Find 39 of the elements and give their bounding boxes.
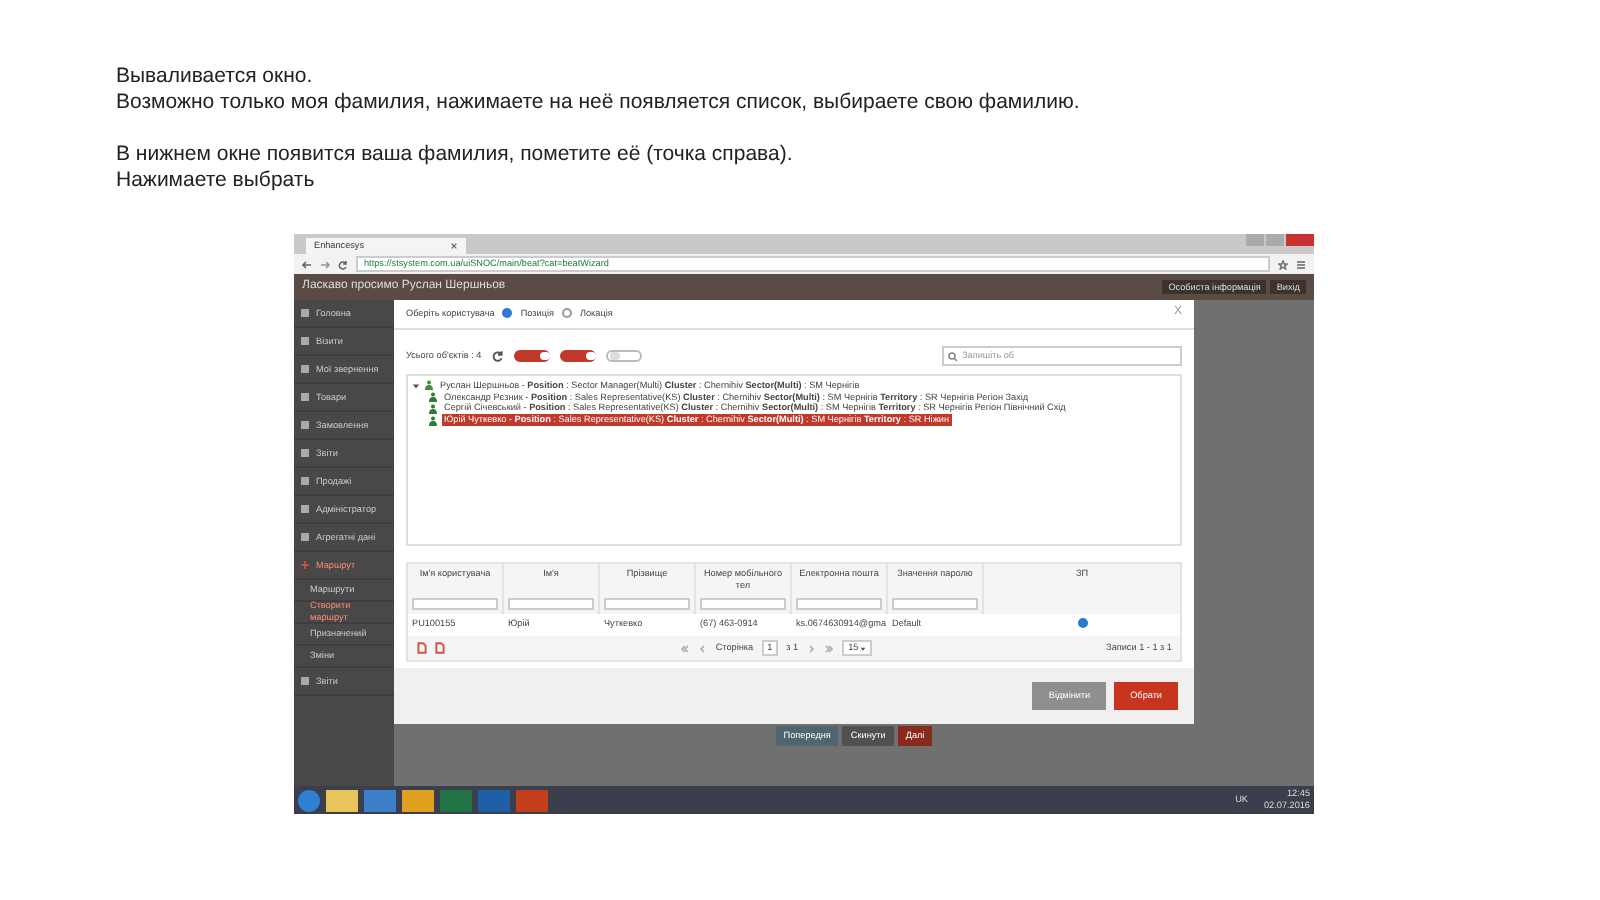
caret-icon <box>860 645 867 652</box>
toggle-switch[interactable] <box>559 350 596 362</box>
menu-item-icon <box>300 364 310 374</box>
row-radio[interactable] <box>1077 618 1087 629</box>
menu-item-icon <box>300 476 310 486</box>
star-icon[interactable] <box>1278 259 1288 269</box>
menu-icon[interactable] <box>1296 259 1306 269</box>
instruction-text: Вываливается окно. <box>116 64 313 90</box>
menu-item-icon <box>300 420 310 430</box>
menu-item-icon <box>300 392 310 402</box>
forward-arrow-icon[interactable] <box>320 259 330 269</box>
instruction-text: Возможно только моя фамилия, нажимаете на неё появляется список, выбираете свою фамилию. <box>116 90 1080 116</box>
filter-field[interactable] <box>508 598 594 611</box>
toggle-switch[interactable] <box>605 350 642 362</box>
close-icon[interactable] <box>450 242 458 250</box>
plus-icon <box>300 560 310 570</box>
filter-field[interactable] <box>700 598 786 611</box>
menu-item-icon <box>300 532 310 542</box>
filter-field[interactable] <box>892 598 978 611</box>
instruction-text: В нижнем окне появится ваша фамилия, пометите её (точка справа). <box>116 142 793 168</box>
menu-item-icon <box>300 336 310 346</box>
menu-item-icon <box>300 448 310 458</box>
prev-page-icon[interactable] <box>697 643 708 654</box>
toggle-switch[interactable] <box>513 350 550 362</box>
instruction-text: Нажимаете выбрать <box>116 168 315 194</box>
start-button[interactable] <box>298 789 320 811</box>
last-page-icon[interactable] <box>824 643 835 654</box>
menu-item-icon <box>300 676 310 686</box>
reload-icon[interactable] <box>338 259 348 269</box>
filter-field[interactable] <box>796 598 882 611</box>
refresh-icon[interactable] <box>491 350 504 362</box>
first-page-icon[interactable] <box>679 643 690 654</box>
search-icon <box>948 351 958 361</box>
menu-item-icon <box>300 504 310 514</box>
filter-field[interactable] <box>412 598 498 611</box>
filter-field[interactable] <box>604 598 690 611</box>
back-arrow-icon[interactable] <box>302 259 312 269</box>
next-page-icon[interactable] <box>806 643 817 654</box>
menu-item-icon <box>300 308 310 318</box>
